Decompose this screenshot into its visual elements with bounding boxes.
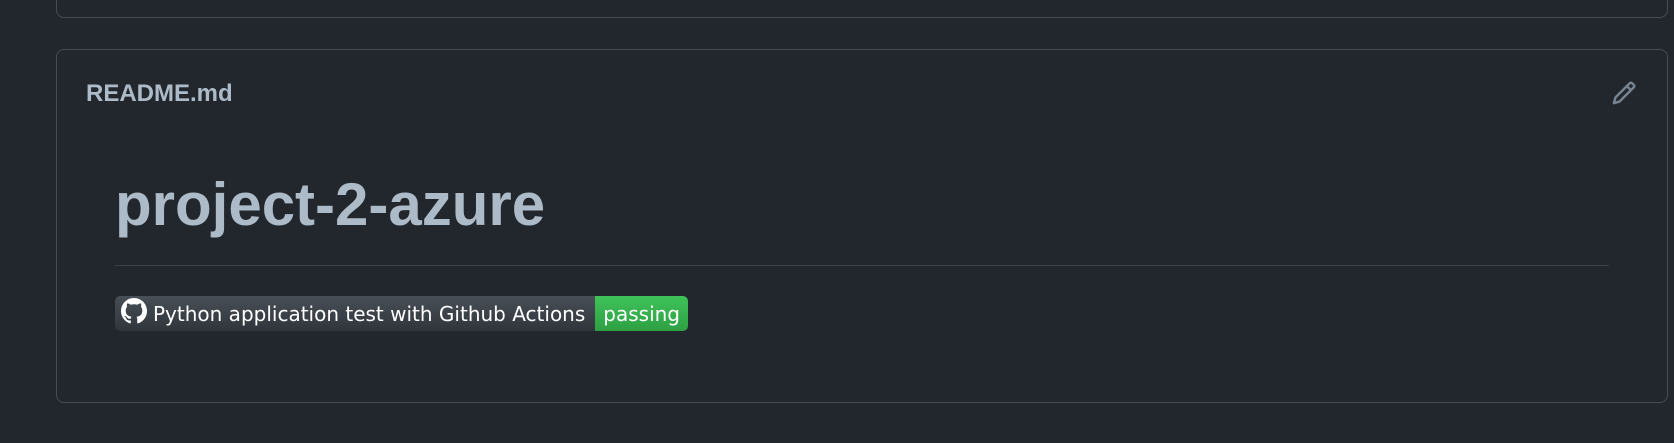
pencil-icon xyxy=(1611,80,1637,111)
readme-title: project-2-azure xyxy=(115,171,546,238)
readme-filename: README.md xyxy=(86,80,233,107)
github-icon xyxy=(121,298,147,329)
badge-status-section: passing xyxy=(595,296,688,331)
workflow-status-badge[interactable]: Python application test with Github Acti… xyxy=(115,296,688,331)
previous-panel xyxy=(56,0,1668,18)
badge-status: passing xyxy=(603,301,680,326)
badge-label-section: Python application test with Github Acti… xyxy=(115,296,596,331)
edit-readme-button[interactable] xyxy=(1609,80,1639,110)
title-divider xyxy=(115,265,1609,266)
badge-label: Python application test with Github Acti… xyxy=(153,301,586,326)
readme-panel: README.md project-2-azure Python applica… xyxy=(56,49,1668,403)
